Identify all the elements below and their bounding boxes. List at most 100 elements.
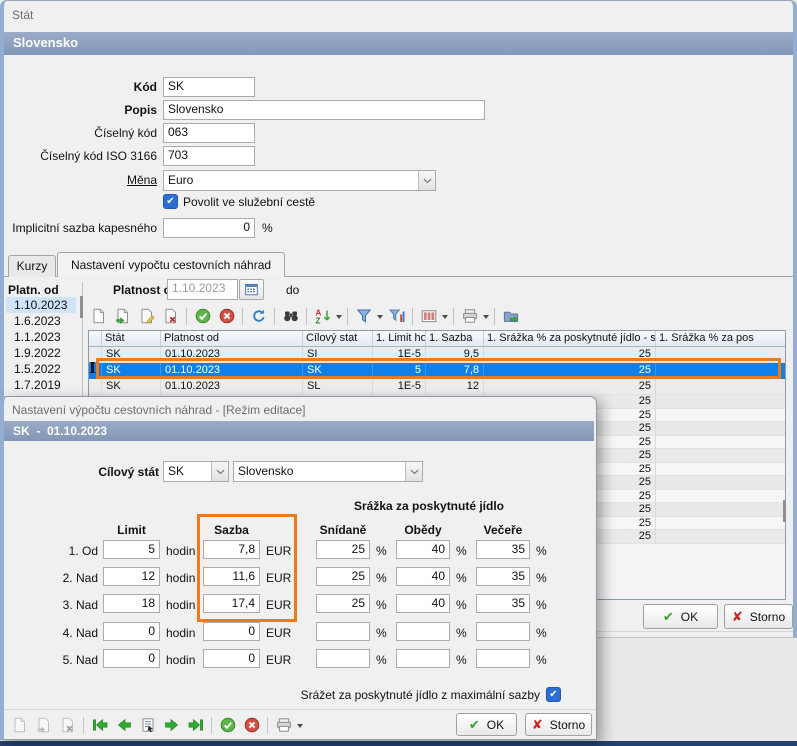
limit-hours-input[interactable]: 5 xyxy=(103,540,160,559)
cell-srazka-more xyxy=(656,363,786,379)
ciselny-kod-input[interactable]: 063 xyxy=(163,123,255,143)
mena-label[interactable]: Měna xyxy=(10,170,157,190)
sazba-input[interactable]: 0 xyxy=(203,649,260,668)
search-button[interactable] xyxy=(280,306,301,327)
platnost-od-date-input[interactable]: 1.10.2023 xyxy=(167,279,238,300)
table-row-selected[interactable]: SK 01.10.2023 SK 5 7,8 25 xyxy=(89,363,786,379)
dialog-ok-button[interactable]: ✔ OK xyxy=(456,713,517,736)
tab-nastaveni-nahrad[interactable]: Nastavení vypočtu cestovních náhrad xyxy=(57,252,285,277)
platnost-list-item[interactable]: 1.7.2019 xyxy=(6,377,76,393)
vecere-input[interactable] xyxy=(476,622,530,641)
snidane-input[interactable] xyxy=(316,649,370,668)
columns-button[interactable] xyxy=(418,306,439,327)
confirm-button[interactable] xyxy=(192,306,213,327)
next-record-button[interactable] xyxy=(161,715,182,736)
platnost-list-item[interactable]: 1.5.2022 xyxy=(6,361,76,377)
snidane-input[interactable]: 25 xyxy=(316,567,370,586)
column-header-stat[interactable]: Stát xyxy=(102,331,161,347)
sazba-input[interactable]: 17,4 xyxy=(203,594,260,613)
print-button[interactable] xyxy=(459,306,480,327)
platnost-list-item[interactable]: 1.9.2022 xyxy=(6,345,76,361)
srazet-checkbox[interactable]: ✔ xyxy=(546,687,561,702)
sort-button[interactable]: AZ xyxy=(312,306,333,327)
refresh-button[interactable] xyxy=(248,306,269,327)
column-header-sazba[interactable]: 1. Sazba xyxy=(426,331,484,347)
platnost-list-item[interactable]: 1.10.2023 xyxy=(6,297,76,313)
snidane-input[interactable]: 25 xyxy=(316,594,370,613)
tab-kurzy[interactable]: Kurzy xyxy=(8,255,56,277)
limit-hours-input[interactable]: 0 xyxy=(103,649,160,668)
print-button[interactable] xyxy=(273,715,294,736)
ok-button[interactable]: ✔ OK xyxy=(643,604,718,629)
cancel-button[interactable] xyxy=(241,715,262,736)
table-scrollbar-thumb[interactable] xyxy=(783,500,786,522)
cilovy-stat-name-combobox[interactable]: Slovensko xyxy=(233,461,423,482)
previous-record-button[interactable] xyxy=(113,715,134,736)
calendar-button[interactable] xyxy=(239,279,264,300)
storno-button[interactable]: ✘ Storno xyxy=(724,604,793,629)
povolit-checkbox[interactable]: ✔ xyxy=(163,194,178,209)
export-button[interactable] xyxy=(500,306,521,327)
columns-dropdown-caret-icon[interactable] xyxy=(442,315,448,322)
kod-input[interactable]: SK xyxy=(163,77,255,97)
obedy-input[interactable]: 40 xyxy=(396,567,450,586)
filter-analysis-button[interactable] xyxy=(386,306,407,327)
filter-dropdown-caret-icon[interactable] xyxy=(377,315,383,322)
delete-record-button[interactable] xyxy=(160,306,181,327)
filter-button[interactable] xyxy=(353,306,374,327)
column-header-cilovy-stat[interactable]: Cílový stat xyxy=(303,331,373,347)
splitter-handle[interactable] xyxy=(80,296,83,318)
hodin-unit-label: hodin xyxy=(166,596,195,615)
print-dropdown-caret-icon[interactable] xyxy=(297,724,303,731)
delete-document-icon xyxy=(163,308,179,324)
edit-record-button[interactable] xyxy=(136,306,157,327)
column-header-limit-hodin[interactable]: 1. Limit hodin xyxy=(373,331,426,347)
cilovy-stat-name-dropdown-button[interactable] xyxy=(405,462,422,481)
obedy-input[interactable]: 40 xyxy=(396,594,450,613)
last-record-button[interactable] xyxy=(185,715,206,736)
vecere-input[interactable]: 35 xyxy=(476,594,530,613)
cilovy-stat-code-combobox[interactable]: SK xyxy=(163,461,229,482)
snidane-input[interactable] xyxy=(316,622,370,641)
limit-hours-input[interactable]: 0 xyxy=(103,622,160,641)
sazba-input[interactable]: 0 xyxy=(203,622,260,641)
table-header-row: Stát Platnost od Cílový stat 1. Limit ho… xyxy=(89,331,786,347)
cilovy-stat-code-dropdown-button[interactable] xyxy=(211,462,228,481)
print-dropdown-caret-icon[interactable] xyxy=(483,315,489,322)
copy-record-button[interactable] xyxy=(112,306,133,327)
table-row[interactable]: SK 01.10.2023 SI 1E-5 9,5 25 xyxy=(89,347,786,363)
obedy-input[interactable]: 40 xyxy=(396,540,450,559)
kapesne-input[interactable]: 0 xyxy=(163,218,255,238)
first-record-button[interactable] xyxy=(89,715,110,736)
cell-srazka-more xyxy=(656,530,786,544)
confirm-button[interactable] xyxy=(217,715,238,736)
platnost-list-item[interactable]: 1.6.2023 xyxy=(6,313,76,329)
obedy-input[interactable] xyxy=(396,649,450,668)
snidane-input[interactable]: 25 xyxy=(316,540,370,559)
record-list-button[interactable] xyxy=(137,715,158,736)
sort-dropdown-caret-icon[interactable] xyxy=(336,315,342,322)
platnost-list-item[interactable]: 1.1.2023 xyxy=(6,329,76,345)
mena-combobox[interactable]: Euro xyxy=(163,170,436,191)
dialog-storno-label: Storno xyxy=(550,718,585,732)
cancel-button[interactable] xyxy=(216,306,237,327)
column-header-srazka-more[interactable]: 1. Srážka % za pos xyxy=(656,331,786,347)
vecere-input[interactable]: 35 xyxy=(476,540,530,559)
obedy-input[interactable] xyxy=(396,622,450,641)
mena-dropdown-button[interactable] xyxy=(418,171,435,190)
vecere-input[interactable] xyxy=(476,649,530,668)
new-record-button[interactable] xyxy=(88,306,109,327)
limit-hours-input[interactable]: 12 xyxy=(103,567,160,586)
vecere-input[interactable]: 35 xyxy=(476,567,530,586)
edit-document-icon xyxy=(139,308,155,324)
table-row[interactable]: SK 01.10.2023 SL 1E-5 12 25 xyxy=(89,379,786,395)
dialog-stor​no-button[interactable]: ✘ Storno xyxy=(525,713,592,736)
dialog-title: Nastavení výpočtu cestovních náhrad - [R… xyxy=(12,403,305,417)
limit-hours-input[interactable]: 18 xyxy=(103,594,160,613)
column-header-srazka-snidane[interactable]: 1. Srážka % za poskytnuté jídlo - snídan… xyxy=(484,331,656,347)
sazba-input[interactable]: 11,6 xyxy=(203,567,260,586)
column-header-platnost-od[interactable]: Platnost od xyxy=(161,331,303,347)
sazba-input[interactable]: 7,8 xyxy=(203,540,260,559)
ciselny-kod-iso-input[interactable]: 703 xyxy=(163,146,255,166)
popis-input[interactable]: Slovensko xyxy=(163,100,485,120)
